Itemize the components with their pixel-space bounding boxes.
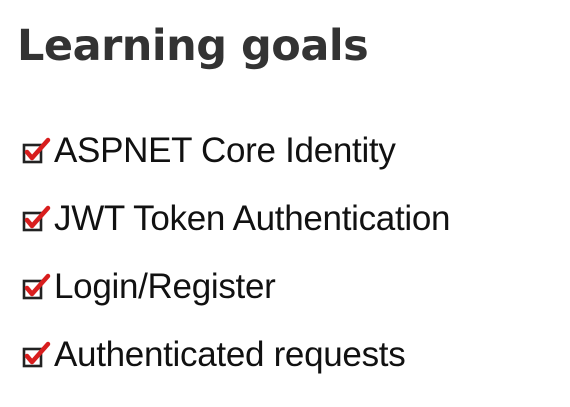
list-item: Authenticated requests — [22, 321, 450, 389]
slide-title: Learning goals — [17, 21, 369, 71]
goal-label: Authenticated requests — [54, 335, 406, 374]
goal-label: ASPNET Core Identity — [54, 131, 396, 170]
checked-box-icon — [22, 341, 52, 371]
slide: Learning goals ASPNET Core Identity JWT … — [0, 0, 570, 407]
list-item: ASPNET Core Identity — [22, 117, 450, 185]
goal-label: Login/Register — [54, 267, 276, 306]
learning-goals-list: ASPNET Core Identity JWT Token Authentic… — [22, 117, 451, 389]
list-item: JWT Token Authentication — [22, 185, 451, 253]
checked-box-icon — [22, 273, 52, 303]
checked-box-icon — [22, 137, 52, 167]
goal-label: JWT Token Authentication — [54, 199, 451, 238]
checked-box-icon — [22, 205, 52, 235]
list-item: Login/Register — [22, 253, 450, 321]
